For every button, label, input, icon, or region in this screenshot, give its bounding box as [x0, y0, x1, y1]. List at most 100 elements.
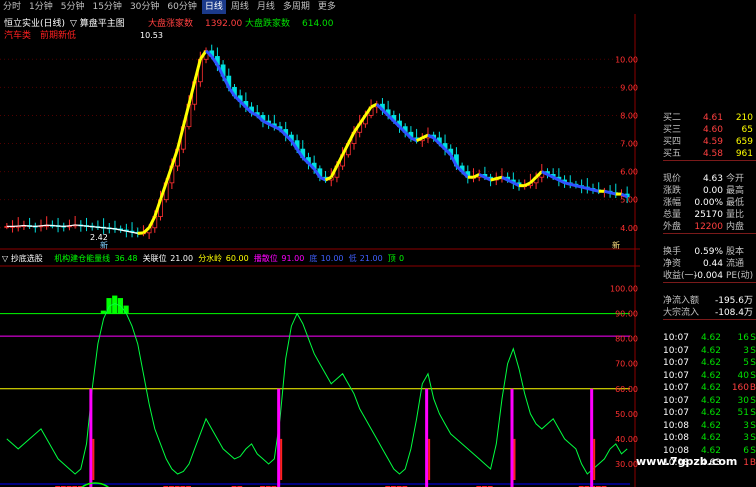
trend-segment: [103, 227, 110, 229]
price-tick: 8.00: [620, 111, 638, 120]
quote-row: 涨幅 0.00% 最低: [663, 198, 745, 208]
trend-segment: [86, 225, 93, 228]
indicator-label: 21.00: [360, 254, 383, 263]
divider: [663, 319, 756, 332]
signal-spike: [510, 388, 514, 487]
tick-row: 10:08 4.62 3 S: [663, 420, 756, 431]
trend-segment: [40, 224, 47, 227]
signal-red: [280, 438, 283, 480]
extra-marker: 新: [612, 240, 620, 250]
indicator-label: 机构建仓能量线: [54, 253, 110, 263]
ask-row: 买三 4.60 65: [663, 125, 753, 135]
period-tab[interactable]: 月线: [254, 0, 278, 14]
indicator-label: 底: [309, 253, 317, 263]
period-tab[interactable]: 15分钟: [89, 0, 124, 14]
trend-segment: [63, 225, 70, 227]
price-tick: 10.00: [615, 55, 638, 64]
price-tick: 7.00: [620, 140, 638, 149]
trend-segment: [564, 181, 571, 186]
tick-row: 10:08 4.62 3 S: [663, 433, 756, 443]
trend-segment: [604, 189, 611, 195]
indicator-tick: 70.00: [615, 360, 638, 369]
indicator-tick: 30.00: [615, 460, 638, 469]
indicator-label: 21.00: [170, 254, 193, 263]
legend-up: 大盘涨家数: [148, 17, 193, 29]
flow-row: 净流入额 -195.6万: [663, 296, 753, 306]
tick-row: 10:07 4.62 40 S: [663, 370, 756, 381]
indicator-label: 10.00: [321, 254, 344, 263]
period-tab[interactable]: 更多: [315, 0, 339, 14]
signal-red: [428, 438, 431, 480]
ask-row: 买五 4.58 961: [663, 149, 753, 159]
period-tab[interactable]: 多周期: [280, 0, 313, 14]
trend-segment: [109, 227, 116, 230]
period-tab[interactable]: 分时: [0, 0, 24, 14]
indicator-label: ▽ 抄底选股: [2, 253, 43, 263]
indicator-label: 91.00: [281, 254, 304, 263]
indicator-label: 36.48: [115, 254, 138, 263]
price-tick: 5.00: [620, 196, 638, 205]
trend-segment: [581, 185, 588, 190]
indicator-tick: 40.00: [615, 435, 638, 444]
divider: [663, 233, 756, 246]
low-marker: 新: [100, 240, 108, 250]
quote-row: 外盘 12200 内盘: [663, 222, 745, 232]
tick-row: 10:07 4.62 51 S: [663, 408, 756, 418]
signal-red: [513, 438, 516, 480]
trend-segment: [75, 224, 81, 227]
trend-segment: [569, 182, 577, 188]
quote-row: 收益(一) -0.004 PE(动): [663, 271, 754, 281]
trend-segment: [35, 225, 42, 227]
tick-row: 10:07 4.62 16 S: [663, 333, 756, 343]
price-tick: 9.00: [620, 83, 638, 92]
flow-row: 大宗流入 -108.4万: [663, 308, 753, 318]
signal-spike: [425, 388, 429, 487]
high-mark: 10.53: [140, 31, 163, 40]
quote-row: 现价 4.63 今开: [663, 174, 745, 184]
price-tick: 6.00: [620, 168, 638, 177]
trend-segment: [137, 231, 144, 235]
bg: [0, 14, 640, 487]
trend-segment: [609, 191, 617, 196]
indicator-label: 60.00: [226, 254, 249, 263]
period-tab[interactable]: 1分钟: [26, 0, 56, 14]
quote-row: 涨跌 0.00 最高: [663, 186, 745, 196]
quote-row: 净资 0.44 流通: [663, 259, 745, 269]
quote-row: 换手 0.59% 股本: [663, 247, 745, 257]
indicator-tick: 90.00: [615, 310, 638, 319]
trend-segment: [80, 224, 87, 227]
trend-segment: [23, 224, 30, 227]
divider: [663, 160, 756, 173]
label-low: 前期新低: [40, 29, 76, 41]
energy-bar: [100, 310, 106, 314]
trend-segment: [586, 186, 594, 192]
signal-red: [593, 438, 596, 480]
legend-down: 大盘跌家数: [245, 17, 290, 29]
period-tab[interactable]: 60分钟: [164, 0, 199, 14]
period-tab[interactable]: 周线: [228, 0, 252, 14]
indicator-tick: 60.00: [615, 385, 638, 394]
indicator-label: 分水岭: [198, 253, 222, 263]
chart-area: 抄底抄底抄底抄底 恒立实业(日线) ▽ 算盘平主图 大盘涨家数 1392.00 …: [0, 14, 640, 487]
divider: [663, 282, 756, 295]
indicator-tick: 50.00: [615, 410, 638, 419]
quote-panel: 买二 4.61 210 买三 4.60 65 买四 4.59 659 买五 4.58 961 现价 4.6…: [663, 112, 756, 487]
trend-segment: [18, 224, 24, 227]
trend-segment: [97, 226, 104, 229]
legend-up-val: 1392.00: [205, 19, 242, 29]
trend-segment: [592, 188, 600, 193]
tick-row: 10:07 4.62 3 S: [663, 345, 756, 356]
indicator-label: 顶: [388, 254, 396, 263]
period-tab[interactable]: 30分钟: [127, 0, 162, 14]
period-tab[interactable]: 日线: [201, 0, 226, 14]
quote-row: 总量 25170 量比: [663, 210, 745, 220]
tick-row: 10:07 4.62 160 B: [663, 383, 756, 393]
trend-segment: [52, 224, 59, 227]
indicator-label: 低: [349, 253, 357, 263]
period-tab[interactable]: 5分钟: [58, 0, 88, 14]
ask-row: 买二 4.61 210: [663, 113, 753, 123]
tick-row: 10:07 4.62 5 S: [663, 358, 756, 368]
label-category: 汽车类: [4, 29, 31, 41]
signal-spike: [277, 388, 281, 487]
chart-background: [0, 14, 640, 487]
